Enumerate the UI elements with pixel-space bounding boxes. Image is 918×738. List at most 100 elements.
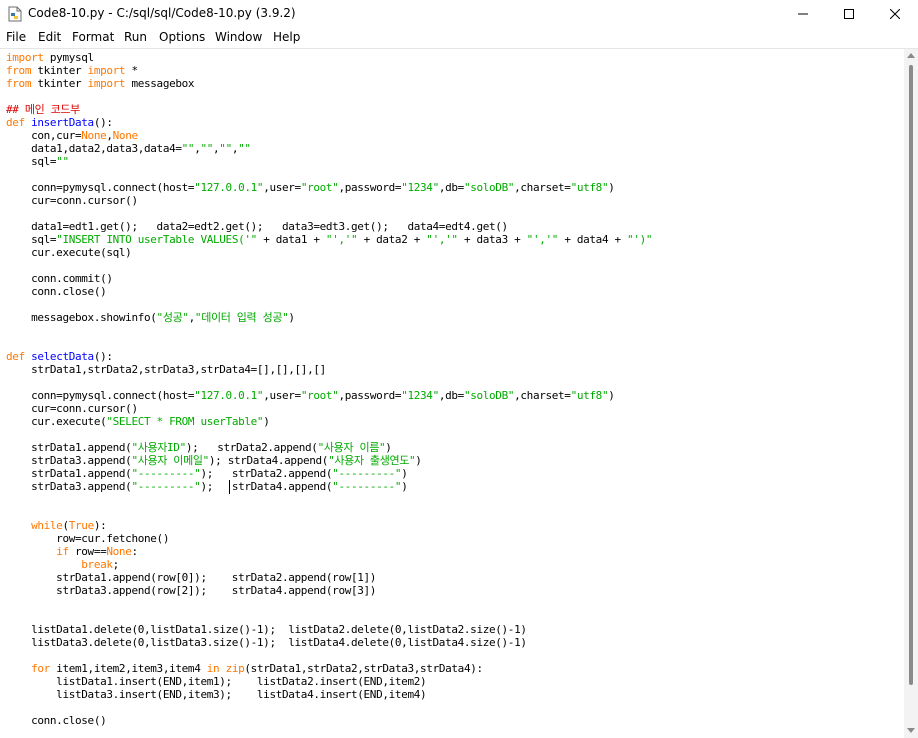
scroll-up-icon[interactable] — [907, 53, 915, 58]
minimize-icon — [798, 13, 808, 15]
code-token: "INSERT INTO userTable VALUES('" — [56, 233, 257, 246]
minimize-button[interactable] — [780, 0, 826, 28]
code-token: "utf8" — [570, 389, 609, 402]
code-line: strData1,strData2,strData3,strData4=[],[… — [6, 363, 326, 376]
menu-help[interactable]: Help — [273, 30, 300, 44]
code-token: def — [6, 350, 25, 363]
code-token: "데이터 입력 성공" — [194, 311, 289, 324]
code-token: ) — [415, 454, 422, 467]
code-token: strData3.append( — [6, 454, 132, 467]
code-line: strData1.append(row[0]); strData2.append… — [6, 571, 376, 584]
code-token: "---------" — [332, 480, 402, 493]
code-line: break; — [6, 558, 119, 571]
code-token: "" — [200, 142, 214, 155]
code-token: tkinter — [31, 77, 88, 90]
code-line: conn=pymysql.connect(host="127.0.0.1",us… — [6, 181, 615, 194]
code-line: con,cur=None,None — [6, 129, 138, 142]
code-token: "사용자 이메일" — [131, 454, 209, 467]
code-line: conn.commit() — [6, 272, 113, 285]
code-token: listData3.insert(END,item3); listData4.i… — [6, 688, 427, 701]
maximize-button[interactable] — [826, 0, 872, 28]
code-token: if — [56, 545, 69, 558]
code-token: tkinter — [31, 64, 88, 77]
code-token: * — [125, 64, 138, 77]
code-token: + data4 + — [558, 233, 628, 246]
code-token: con,cur= — [6, 129, 82, 142]
code-token: "" — [219, 142, 232, 155]
code-token: ): — [93, 519, 107, 532]
code-line: from tkinter import messagebox — [6, 77, 195, 90]
code-token: (): — [93, 350, 113, 363]
code-token: + data2 + — [357, 233, 427, 246]
menu-format[interactable]: Format — [72, 30, 114, 44]
menu-file[interactable]: File — [6, 30, 26, 44]
code-editor[interactable]: import pymysql from tkinter import * from … — [0, 49, 904, 738]
code-token: "사용자 출생연도" — [328, 454, 416, 467]
code-token: ) — [288, 311, 295, 324]
code-token: item1,item2,item3,item4 — [49, 662, 207, 675]
maximize-icon — [844, 9, 854, 19]
code-token: messagebox.showinfo( — [6, 311, 157, 324]
code-line: data1=edt1.get(); data2=edt2.get(); data… — [6, 220, 508, 233]
code-token: zip — [225, 662, 245, 675]
code-token: "---------" — [332, 467, 402, 480]
code-token: strData3.append(row[2]); strData4.append… — [6, 584, 377, 597]
vertical-scrollbar[interactable] — [904, 49, 918, 738]
code-token: ); strData4.append( — [200, 480, 333, 493]
code-line: strData3.append("---------"); strData4.a… — [6, 480, 408, 493]
code-line: strData3.append("사용자 이메일"); strData4.app… — [6, 454, 422, 467]
code-token: ) — [401, 467, 408, 480]
code-line: cur=conn.cursor() — [6, 194, 138, 207]
menu-options[interactable]: Options — [159, 30, 205, 44]
code-token: : — [131, 545, 138, 558]
code-token: ); strData2.append( — [185, 441, 318, 454]
code-token: "사용자ID" — [131, 441, 186, 454]
menu-window[interactable]: Window — [215, 30, 262, 44]
scroll-down-icon[interactable] — [907, 728, 915, 733]
code-token: import — [87, 64, 126, 77]
code-token: cur.execute( — [6, 415, 107, 428]
code-token: row== — [68, 545, 107, 558]
code-token: def — [6, 116, 25, 129]
close-button[interactable] — [872, 0, 918, 28]
code-token: "root" — [300, 389, 339, 402]
code-token: while — [31, 519, 63, 532]
code-token: data1,data2,data3,data4= — [6, 142, 182, 155]
code-line: messagebox.showinfo("성공","데이터 입력 성공") — [6, 311, 295, 324]
menu-run[interactable]: Run — [124, 30, 147, 44]
code-token: ,user= — [263, 389, 301, 402]
code-token: "')" — [627, 233, 653, 246]
code-line: cur.execute("SELECT * FROM userTable") — [6, 415, 270, 428]
code-token: "" — [238, 142, 251, 155]
code-token: ,db= — [438, 181, 464, 194]
code-token: pymysql — [43, 51, 94, 64]
code-token: "','" — [426, 233, 458, 246]
code-token: (): — [93, 116, 113, 129]
code-token: from — [6, 77, 32, 90]
code-token: "" — [56, 155, 69, 168]
code-token: "','" — [526, 233, 559, 246]
code-token: ,password= — [338, 389, 402, 402]
code-token: listData1.delete(0,listData1.size()-1); … — [6, 623, 527, 636]
menu-edit[interactable]: Edit — [38, 30, 61, 44]
code-line: if row==None: — [6, 545, 138, 558]
code-line: conn=pymysql.connect(host="127.0.0.1",us… — [6, 389, 615, 402]
code-token: "---------" — [131, 467, 201, 480]
code-token: strData1.append( — [6, 467, 132, 480]
code-line: listData3.delete(0,listData3.size()-1); … — [6, 636, 527, 649]
code-token: ) — [608, 181, 615, 194]
code-token: conn.close() — [6, 714, 107, 727]
menu-bar: File Edit Format Run Options Window Help — [0, 28, 918, 49]
scroll-thumb[interactable] — [909, 65, 913, 685]
text-cursor — [229, 480, 230, 494]
title-bar: Code8-10.py - C:/sql/sql/Code8-10.py (3.… — [0, 0, 918, 28]
code-token: break — [81, 558, 113, 571]
code-token: ,charset= — [514, 389, 571, 402]
code-line: listData1.delete(0,listData1.size()-1); … — [6, 623, 527, 636]
code-token: strData1,strData2,strData3,strData4=[],[… — [6, 363, 326, 376]
code-token: data1=edt1.get(); data2=edt2.get(); data… — [6, 220, 508, 233]
code-token: ) — [608, 389, 615, 402]
code-token: ) — [385, 441, 392, 454]
window-title: Code8-10.py - C:/sql/sql/Code8-10.py (3.… — [28, 6, 296, 20]
code-token: "soloDB" — [463, 389, 515, 402]
